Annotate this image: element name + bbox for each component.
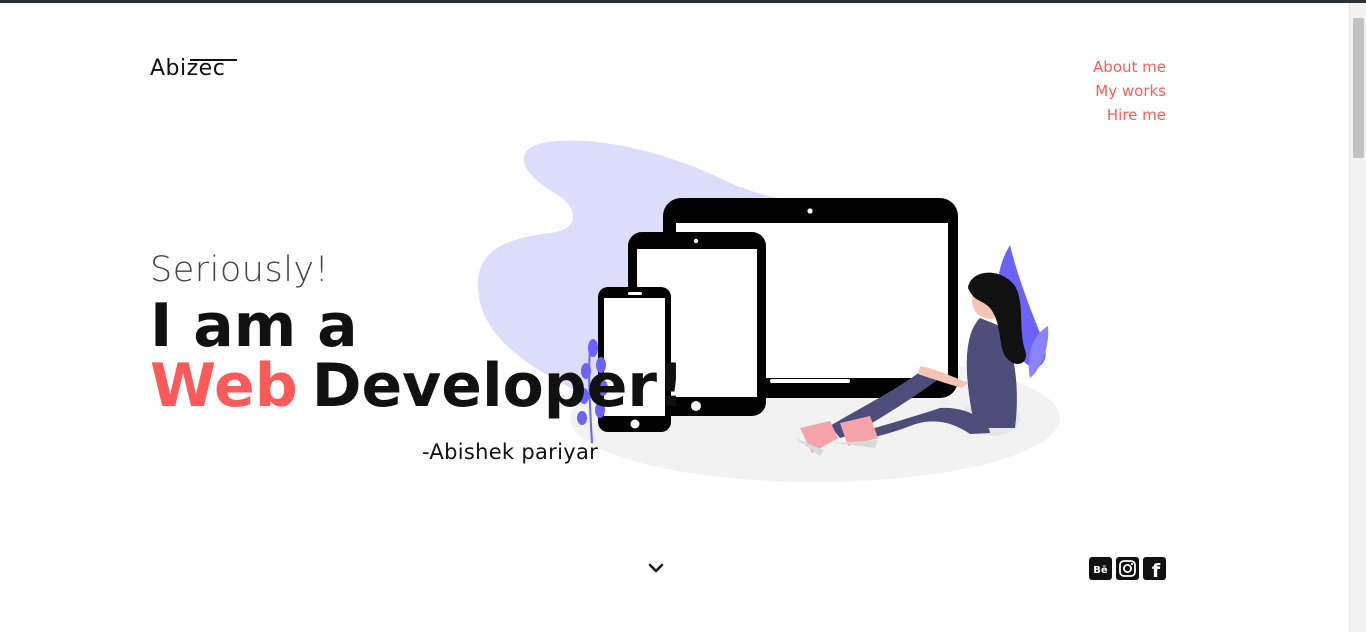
nav-about-me[interactable]: About me [1093,55,1166,79]
hero-signature: -Abishek pariyar [422,440,599,464]
hero-text-block: Seriously! I am a Web Developer! [150,250,684,416]
hero-subtitle: Seriously! [150,250,330,290]
facebook-icon[interactable]: f [1143,557,1166,580]
scrollbar-thumb[interactable] [1353,18,1364,158]
svg-text:f: f [1152,560,1161,580]
nav-hire-me[interactable]: Hire me [1093,103,1166,127]
main-nav: About me My works Hire me [1093,55,1166,127]
browser-top-edge [0,0,1366,3]
svg-text:Bē: Bē [1093,565,1108,576]
hero-headline-line1: I am a [150,291,358,361]
instagram-icon[interactable] [1116,557,1139,580]
hero-accent-word: Web [150,351,298,421]
hero-headline-rest: Developer! [311,351,685,421]
hero-headline-line2: Web Developer! [150,356,684,416]
site-logo[interactable]: Abizec [150,56,237,81]
behance-icon[interactable]: Bē [1089,557,1112,580]
chevron-down-icon[interactable] [648,562,664,574]
logo-overline [190,59,237,61]
social-links: Bē f [1089,557,1166,580]
nav-my-works[interactable]: My works [1093,79,1166,103]
page-scrollbar[interactable] [1349,3,1366,632]
